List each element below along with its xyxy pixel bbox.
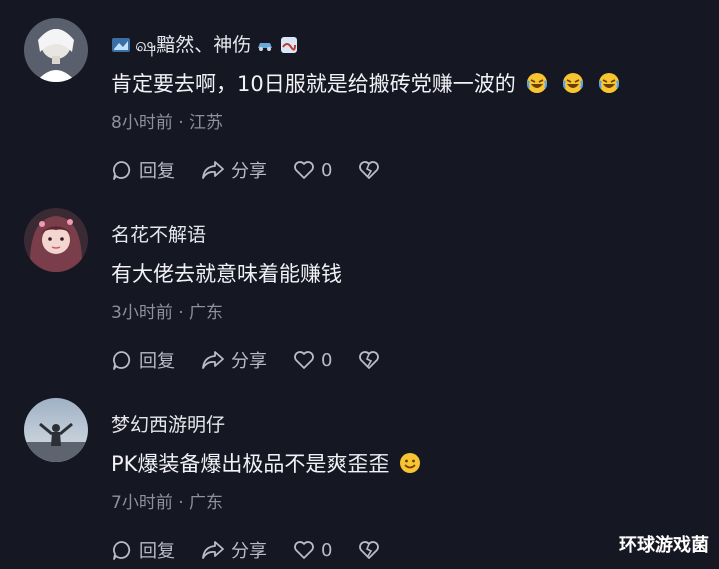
avatar[interactable] bbox=[24, 18, 88, 82]
comment-text: 有大佬去就意味着能赚钱 bbox=[111, 258, 342, 288]
like-count: 0 bbox=[321, 539, 333, 561]
comment-text-content: PK爆装备爆出极品不是爽歪歪 bbox=[111, 452, 390, 476]
pink-hair-girl-avatar-icon bbox=[24, 208, 88, 272]
share-label: 分享 bbox=[231, 351, 267, 372]
share-icon bbox=[202, 541, 224, 559]
action-bar: 回复 分享 0 bbox=[111, 157, 406, 183]
like-button[interactable]: 0 bbox=[293, 160, 332, 181]
reply-label: 回复 bbox=[139, 161, 175, 182]
reply-icon bbox=[113, 351, 131, 370]
silhouette-sky-avatar-icon bbox=[24, 398, 88, 462]
username[interactable]: 名花不解语 bbox=[111, 220, 206, 247]
avatar[interactable] bbox=[24, 398, 88, 462]
broken-heart-icon bbox=[359, 161, 380, 179]
share-icon bbox=[202, 161, 224, 179]
like-count: 0 bbox=[321, 159, 333, 181]
like-button[interactable]: 0 bbox=[293, 350, 332, 371]
comment-text-content: 有大佬去就意味着能赚钱 bbox=[111, 262, 342, 286]
comment-text-content: 肯定要去啊，10日服就是给搬砖党赚一波的 bbox=[111, 72, 516, 96]
username[interactable]: ஷ黯然、神伤 bbox=[111, 30, 299, 59]
heart-icon bbox=[294, 161, 314, 179]
time-location: 8小时前 · 江苏 bbox=[111, 113, 224, 133]
watermark: 环球游戏菌 bbox=[619, 535, 709, 556]
reply-label: 回复 bbox=[139, 351, 175, 372]
like-button[interactable]: 0 bbox=[293, 540, 332, 561]
share-button[interactable]: 分享 bbox=[201, 537, 267, 563]
time-location: 3小时前 · 广东 bbox=[111, 303, 224, 323]
like-count: 0 bbox=[321, 349, 333, 371]
share-button[interactable]: 分享 bbox=[201, 347, 267, 373]
broken-heart-icon bbox=[359, 541, 380, 559]
heart-icon bbox=[294, 351, 314, 369]
rolling-laughing-emoji-icon bbox=[526, 73, 547, 93]
share-label: 分享 bbox=[231, 541, 267, 562]
dislike-button[interactable] bbox=[358, 540, 380, 560]
wave-badge-icon bbox=[281, 36, 298, 53]
share-button[interactable]: 分享 bbox=[201, 157, 267, 183]
comment-text: 肯定要去啊，10日服就是给搬砖党赚一波的 bbox=[111, 68, 620, 98]
surf-badge-icon bbox=[112, 37, 130, 52]
heart-icon bbox=[294, 541, 314, 559]
reply-button[interactable]: 回复 bbox=[111, 157, 175, 183]
car-badge-icon bbox=[258, 42, 273, 51]
dislike-button[interactable] bbox=[358, 350, 380, 370]
share-label: 分享 bbox=[231, 161, 267, 182]
reply-button[interactable]: 回复 bbox=[111, 347, 175, 373]
reply-button[interactable]: 回复 bbox=[111, 537, 175, 563]
reply-icon bbox=[113, 541, 131, 560]
white-hair-avatar-icon bbox=[24, 18, 88, 82]
action-bar: 回复 分享 0 bbox=[111, 537, 406, 563]
action-bar: 回复 分享 0 bbox=[111, 347, 406, 373]
time-location: 7小时前 · 广东 bbox=[111, 493, 224, 513]
comment-text: PK爆装备爆出极品不是爽歪歪 bbox=[111, 448, 421, 478]
grinning-emoji-icon bbox=[400, 453, 421, 473]
dislike-button[interactable] bbox=[358, 160, 380, 180]
rolling-laughing-emoji-icon bbox=[598, 73, 619, 93]
rolling-laughing-emoji-icon bbox=[562, 73, 583, 93]
broken-heart-icon bbox=[359, 351, 380, 369]
username[interactable]: 梦幻西游明仔 bbox=[111, 410, 225, 437]
reply-icon bbox=[113, 161, 131, 180]
share-icon bbox=[202, 351, 224, 369]
reply-label: 回复 bbox=[139, 541, 175, 562]
avatar[interactable] bbox=[24, 208, 88, 272]
username-text: ஷ黯然、神伤 bbox=[135, 34, 252, 56]
